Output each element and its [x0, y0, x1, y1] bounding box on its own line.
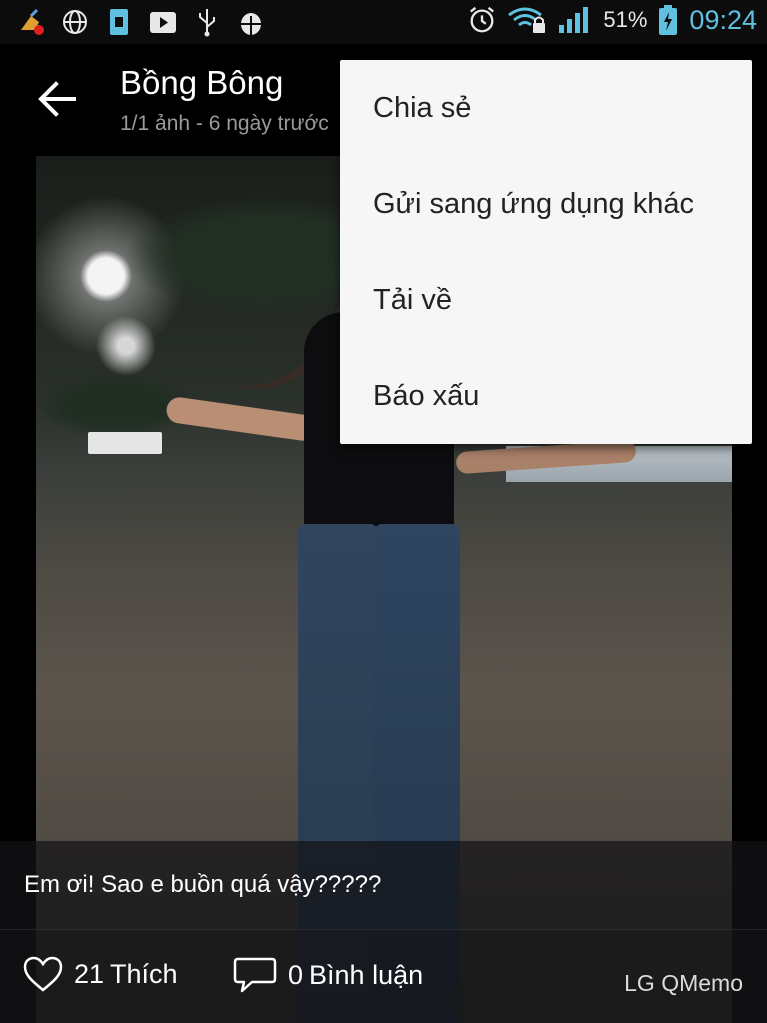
usb-icon: [192, 6, 222, 38]
menu-item-report[interactable]: Báo xấu: [340, 348, 752, 444]
wifi-lock-icon: [507, 4, 547, 36]
alarm-icon: [467, 4, 497, 36]
status-bar: 51% 09:24: [0, 0, 767, 44]
menu-item-download[interactable]: Tải về: [340, 252, 752, 348]
comment-bubble-icon: [233, 957, 277, 993]
clock: 09:24: [689, 4, 757, 35]
play-icon: [148, 6, 178, 38]
comment-count: 0: [288, 959, 304, 990]
overflow-menu: Chia sẻ Gửi sang ứng dụng khác Tải về Bá…: [340, 60, 752, 444]
comment-button[interactable]: 0 Bình luận: [232, 955, 423, 995]
like-button[interactable]: 21 Thích: [22, 955, 178, 993]
back-arrow-icon: [38, 81, 76, 117]
photo-bench: [88, 432, 162, 454]
comment-label: Bình luận: [309, 959, 424, 990]
page-title: Bồng Bông: [120, 64, 284, 101]
android-debug-icon: [236, 6, 266, 38]
sim-icon: [104, 6, 134, 38]
qmemo-watermark: LG QMemo: [624, 970, 743, 996]
page-subtitle: 1/1 ảnh - 6 ngày trước: [120, 112, 329, 135]
signal-icon: [557, 4, 593, 36]
globe-icon: [60, 6, 90, 38]
heart-icon: [23, 956, 63, 992]
battery-percent: 51%: [603, 7, 648, 32]
like-label: Thích: [110, 958, 178, 989]
menu-item-send-to-app[interactable]: Gửi sang ứng dụng khác: [340, 156, 752, 252]
like-count: 21: [74, 958, 105, 989]
photo-caption: Em ơi! Sao e buồn quá vậy?????: [24, 871, 382, 898]
menu-item-share[interactable]: Chia sẻ: [340, 60, 752, 156]
cleaner-icon: [16, 6, 46, 38]
back-button[interactable]: [36, 78, 78, 120]
battery-charging-icon: [657, 4, 679, 36]
